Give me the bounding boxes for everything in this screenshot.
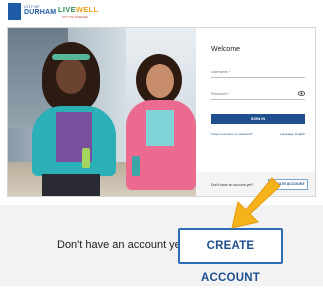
- durham-logo-text: DURHAM: [24, 9, 57, 16]
- live-well-logo-text-b: WELL: [75, 5, 99, 14]
- photo-woman-1-pants: [42, 174, 100, 196]
- photo-dumbbell-green: [82, 148, 90, 168]
- photo-woman-2-face: [146, 64, 174, 98]
- live-well-logo-text: LIVEWELL: [58, 5, 98, 14]
- welcome-heading: Welcome: [211, 46, 241, 53]
- language-selector[interactable]: Language: English: [280, 132, 305, 136]
- photo-woman-1-face: [56, 58, 86, 94]
- zoomed-create-account-button[interactable]: CREATE ACCOUNT: [178, 228, 283, 284]
- password-placeholder: Password *: [211, 92, 230, 96]
- password-field[interactable]: Password *: [211, 88, 306, 100]
- live-well-logo-text-a: LIVE: [58, 5, 76, 14]
- city-of-durham-logo: CITY OF DURHAM: [8, 3, 56, 20]
- live-well-logo-subtext: CITY OF DURHAM: [62, 15, 88, 19]
- login-page-screenshot: Welcome Username * Password * SIGN IN Fo…: [7, 27, 316, 197]
- forgot-credentials-link[interactable]: Forgot username or password?: [211, 132, 253, 136]
- photo-woman-2-shirt: [146, 110, 174, 146]
- zoomed-no-account-text: Don't have an account yet?: [57, 239, 190, 251]
- eye-icon[interactable]: [297, 91, 306, 98]
- sign-in-button[interactable]: SIGN IN: [211, 114, 305, 124]
- photo-dumbbell-teal: [132, 156, 140, 176]
- photo-woman-1-headband: [52, 54, 90, 60]
- username-field[interactable]: Username *: [211, 66, 305, 78]
- hero-photo: [8, 28, 196, 196]
- arrow-icon: [231, 177, 281, 229]
- live-well-logo: LIVEWELL CITY OF DURHAM: [58, 3, 102, 21]
- eye-icon-svg: [297, 91, 306, 96]
- login-tutorial-screenshot: CITY OF DURHAM LIVEWELL CITY OF DURHAM W…: [0, 0, 323, 289]
- login-panel: Welcome Username * Password * SIGN IN Fo…: [196, 28, 315, 196]
- durham-logo-mark: [8, 3, 21, 20]
- username-placeholder: Username *: [211, 70, 230, 74]
- logo-bar: CITY OF DURHAM LIVEWELL CITY OF DURHAM: [0, 0, 323, 26]
